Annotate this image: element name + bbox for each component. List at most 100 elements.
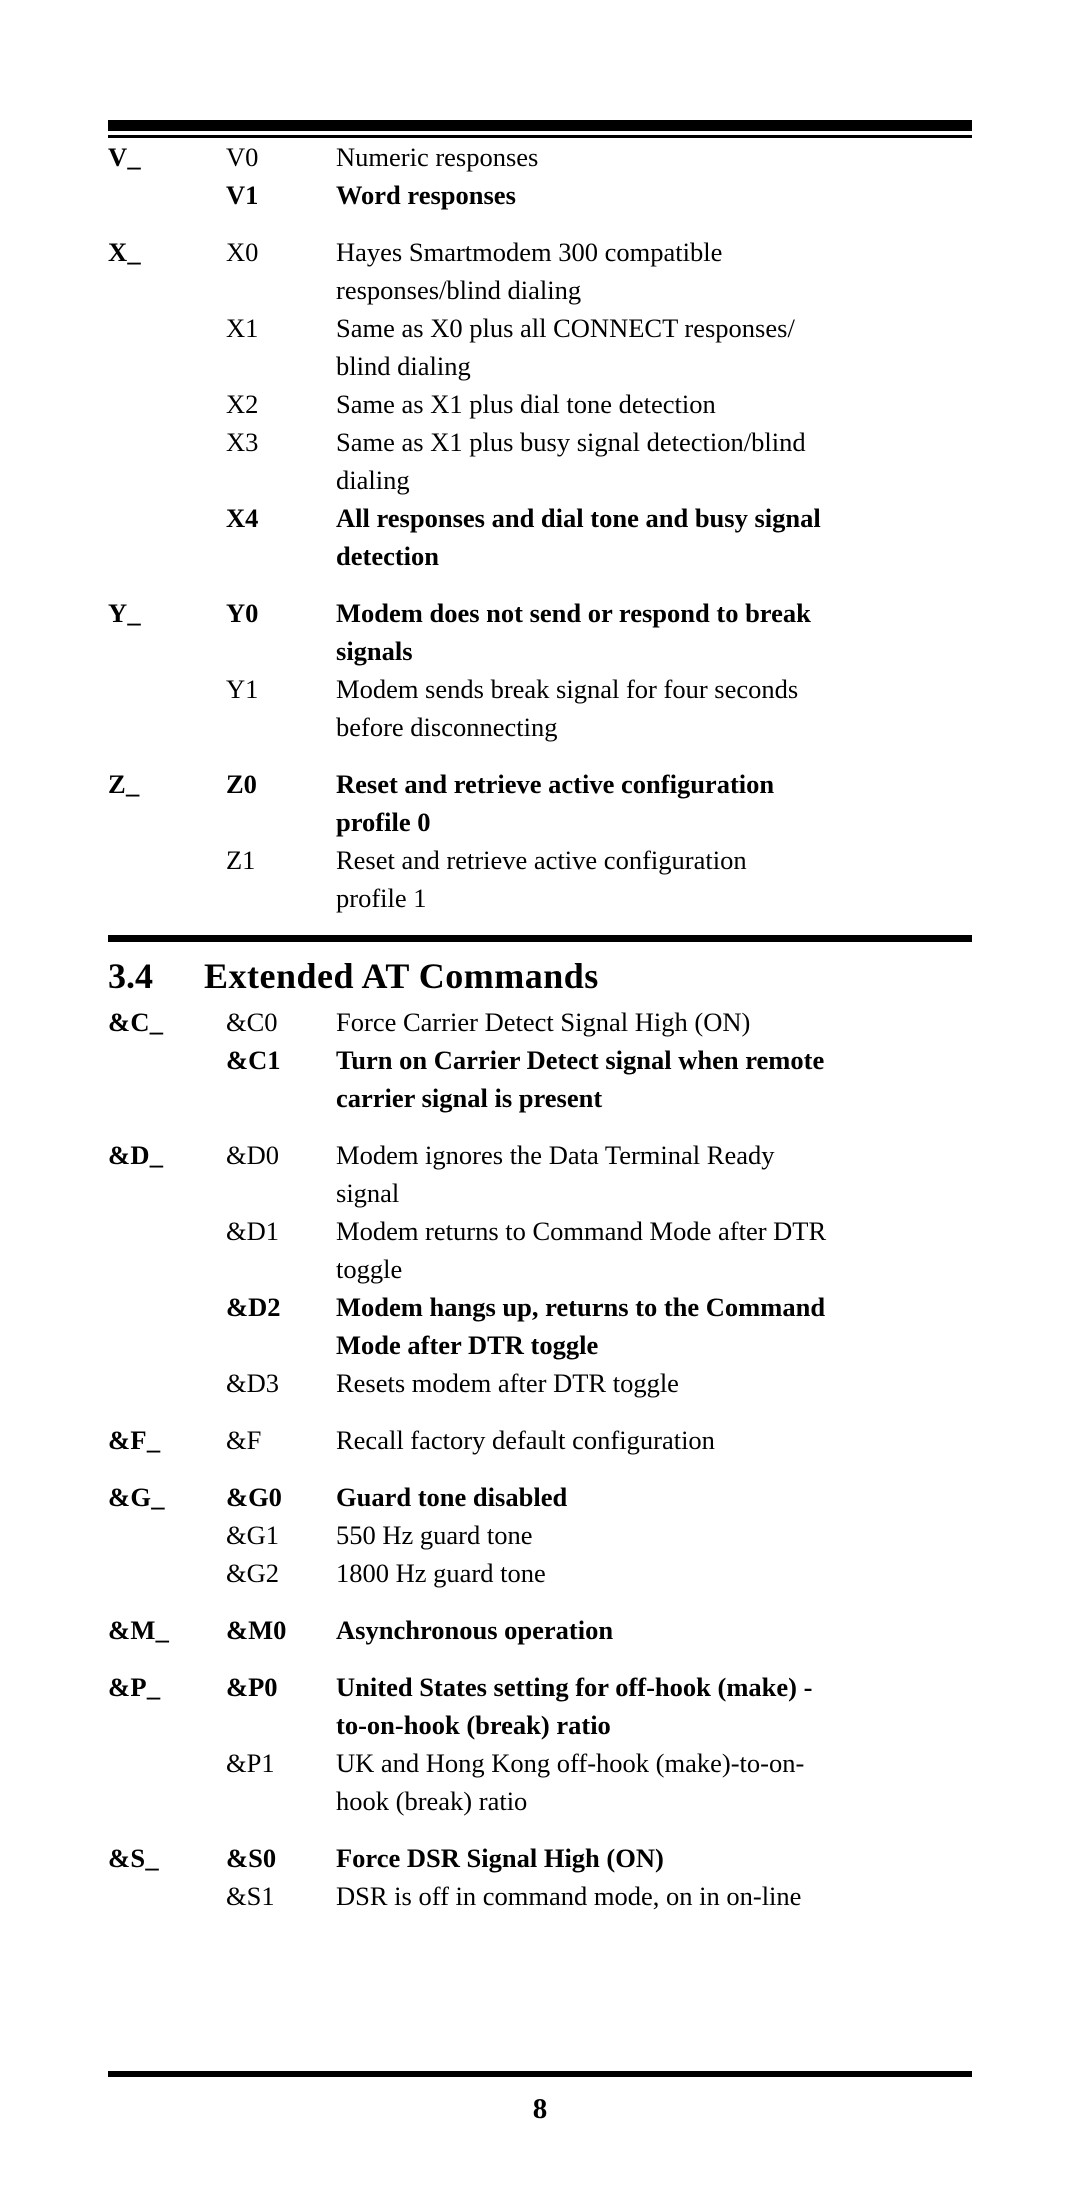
command-group-label <box>108 1288 226 1364</box>
command-description: Recall factory default configuration <box>336 1402 972 1459</box>
command-variant: &P1 <box>226 1748 275 1778</box>
command-group-label: X_ <box>108 237 141 267</box>
description-line: carrier signal is present <box>336 1083 603 1113</box>
description-line: Same as X0 plus all CONNECT responses/ <box>336 313 795 343</box>
section-rule <box>108 935 972 942</box>
description-line: signal <box>336 1178 400 1208</box>
command-group-label: Y_ <box>108 598 141 628</box>
command-group-label: &S_ <box>108 1843 159 1873</box>
command-group-label <box>108 841 226 917</box>
description-line: toggle <box>336 1254 403 1284</box>
description-line: Same as X1 plus busy signal detection/bl… <box>336 427 806 457</box>
basic-commands-table: V_ V0 Numeric responses V1 Word responses X_ X… <box>108 138 972 917</box>
command-group-label: Z_ <box>108 769 140 799</box>
section-title: Extended AT Commands <box>204 956 599 996</box>
table-row: Z1 Reset and retrieve active configuratio… <box>108 841 972 917</box>
extended-commands-table: &C_ &C0 Force Carrier Detect Signal High (… <box>108 1003 972 1915</box>
table-row: V_ V0 Numeric responses <box>108 138 972 176</box>
command-group-label: V_ <box>108 142 141 172</box>
description-line: UK and Hong Kong off-hook (make)-to-on- <box>336 1748 805 1778</box>
table-row: &S_ &S0 Force DSR Signal High (ON) <box>108 1820 972 1877</box>
command-variant: &D0 <box>226 1140 279 1170</box>
command-variant: Z1 <box>226 845 256 875</box>
command-description: Same as X0 plus all CONNECT responses/bl… <box>336 309 972 385</box>
command-description: Resets modem after DTR toggle <box>336 1364 972 1402</box>
description-line: Resets modem after DTR toggle <box>336 1368 679 1398</box>
description-line: blind dialing <box>336 351 471 381</box>
command-description: Reset and retrieve active configuration p… <box>336 841 972 917</box>
command-variant: &D3 <box>226 1368 279 1398</box>
description-line: hook (break) ratio <box>336 1786 528 1816</box>
description-line: Asynchronous operation <box>336 1615 614 1645</box>
description-line: Modem ignores the Data Terminal Ready <box>336 1140 775 1170</box>
description-line: responses/blind dialing <box>336 275 582 305</box>
description-line: to-on-hook (break) ratio <box>336 1710 611 1740</box>
description-line: 1800 Hz guard tone <box>336 1558 546 1588</box>
command-description: Force DSR Signal High (ON) <box>336 1820 972 1877</box>
command-group-label: &D_ <box>108 1140 164 1170</box>
description-line: Guard tone disabled <box>336 1482 568 1512</box>
top-rule-thick <box>108 120 972 131</box>
command-description: Modem does not send or respond to break s… <box>336 575 972 670</box>
command-variant: X4 <box>226 503 259 533</box>
table-row: Y1 Modem sends break signal for four seco… <box>108 670 972 746</box>
description-line: profile 0 <box>336 807 431 837</box>
table-row: &C1 Turn on Carrier Detect signal when re… <box>108 1041 972 1117</box>
description-line: United States setting for off-hook (make… <box>336 1672 813 1702</box>
command-description: Turn on Carrier Detect signal when remot… <box>336 1041 972 1117</box>
command-description: Modem hangs up, returns to the Command Mo… <box>336 1288 972 1364</box>
command-description: Modem sends break signal for four second… <box>336 670 972 746</box>
table-row: &P1 UK and Hong Kong off-hook (make)-to-o… <box>108 1744 972 1820</box>
table-row: X1 Same as X0 plus all CONNECT responses/… <box>108 309 972 385</box>
description-line: Word responses <box>336 180 516 210</box>
description-line: Reset and retrieve active configuration <box>336 845 747 875</box>
page-number: 8 <box>532 2093 548 2125</box>
description-line: Modem returns to Command Mode after DTR <box>336 1216 827 1246</box>
command-description: Word responses <box>336 176 972 214</box>
command-description: Same as X1 plus dial tone detection <box>336 385 972 423</box>
section-heading: 3.4 Extended AT Commands <box>108 955 972 997</box>
description-line: Force Carrier Detect Signal High (ON) <box>336 1007 751 1037</box>
command-group-label <box>108 423 226 499</box>
page-content: V_ V0 Numeric responses V1 Word responses X_ X… <box>108 120 972 1915</box>
command-group-label: &C_ <box>108 1007 164 1037</box>
command-description: All responses and dial tone and busy sig… <box>336 499 972 575</box>
command-variant: &F <box>226 1425 262 1455</box>
command-group-label <box>108 1516 226 1554</box>
command-variant: Z0 <box>226 769 257 799</box>
command-group-label <box>108 176 226 214</box>
table-row: X3 Same as X1 plus busy signal detection/… <box>108 423 972 499</box>
table-row: &G1 550 Hz guard tone <box>108 1516 972 1554</box>
command-variant: &G0 <box>226 1482 282 1512</box>
command-variant: &M0 <box>226 1615 287 1645</box>
description-line: Hayes Smartmodem 300 compatible <box>336 237 723 267</box>
command-variant: &D2 <box>226 1292 281 1322</box>
page-footer: 8 <box>108 2071 972 2126</box>
command-group-label <box>108 1212 226 1288</box>
command-variant: &G1 <box>226 1520 279 1550</box>
command-variant: &P0 <box>226 1672 278 1702</box>
description-line: Modem sends break signal for four second… <box>336 674 799 704</box>
table-row: &C_ &C0 Force Carrier Detect Signal High (… <box>108 1003 972 1041</box>
table-row: Y_ Y0 Modem does not send or respond to br… <box>108 575 972 670</box>
command-group-label <box>108 1041 226 1117</box>
table-row: Z_ Z0 Reset and retrieve active configurat… <box>108 746 972 841</box>
command-group-label: &P_ <box>108 1672 161 1702</box>
command-variant: V1 <box>226 180 259 210</box>
command-description: Numeric responses <box>336 138 972 176</box>
command-description: UK and Hong Kong off-hook (make)-to-on-h… <box>336 1744 972 1820</box>
command-variant: &C0 <box>226 1007 278 1037</box>
table-row: &D1 Modem returns to Command Mode after D… <box>108 1212 972 1288</box>
description-line: before disconnecting <box>336 712 558 742</box>
command-variant: X3 <box>226 427 259 457</box>
description-line: Modem does not send or respond to break <box>336 598 811 628</box>
command-variant: &D1 <box>226 1216 279 1246</box>
table-row: &G2 1800 Hz guard tone <box>108 1554 972 1592</box>
command-description: DSR is off in command mode, on in on-lin… <box>336 1877 972 1915</box>
command-group-label <box>108 309 226 385</box>
description-line: signals <box>336 636 413 666</box>
document-page: V_ V0 Numeric responses V1 Word responses X_ X… <box>0 0 1080 2199</box>
description-line: Reset and retrieve active configuration <box>336 769 775 799</box>
command-group-label <box>108 1877 226 1915</box>
description-line: dialing <box>336 465 410 495</box>
